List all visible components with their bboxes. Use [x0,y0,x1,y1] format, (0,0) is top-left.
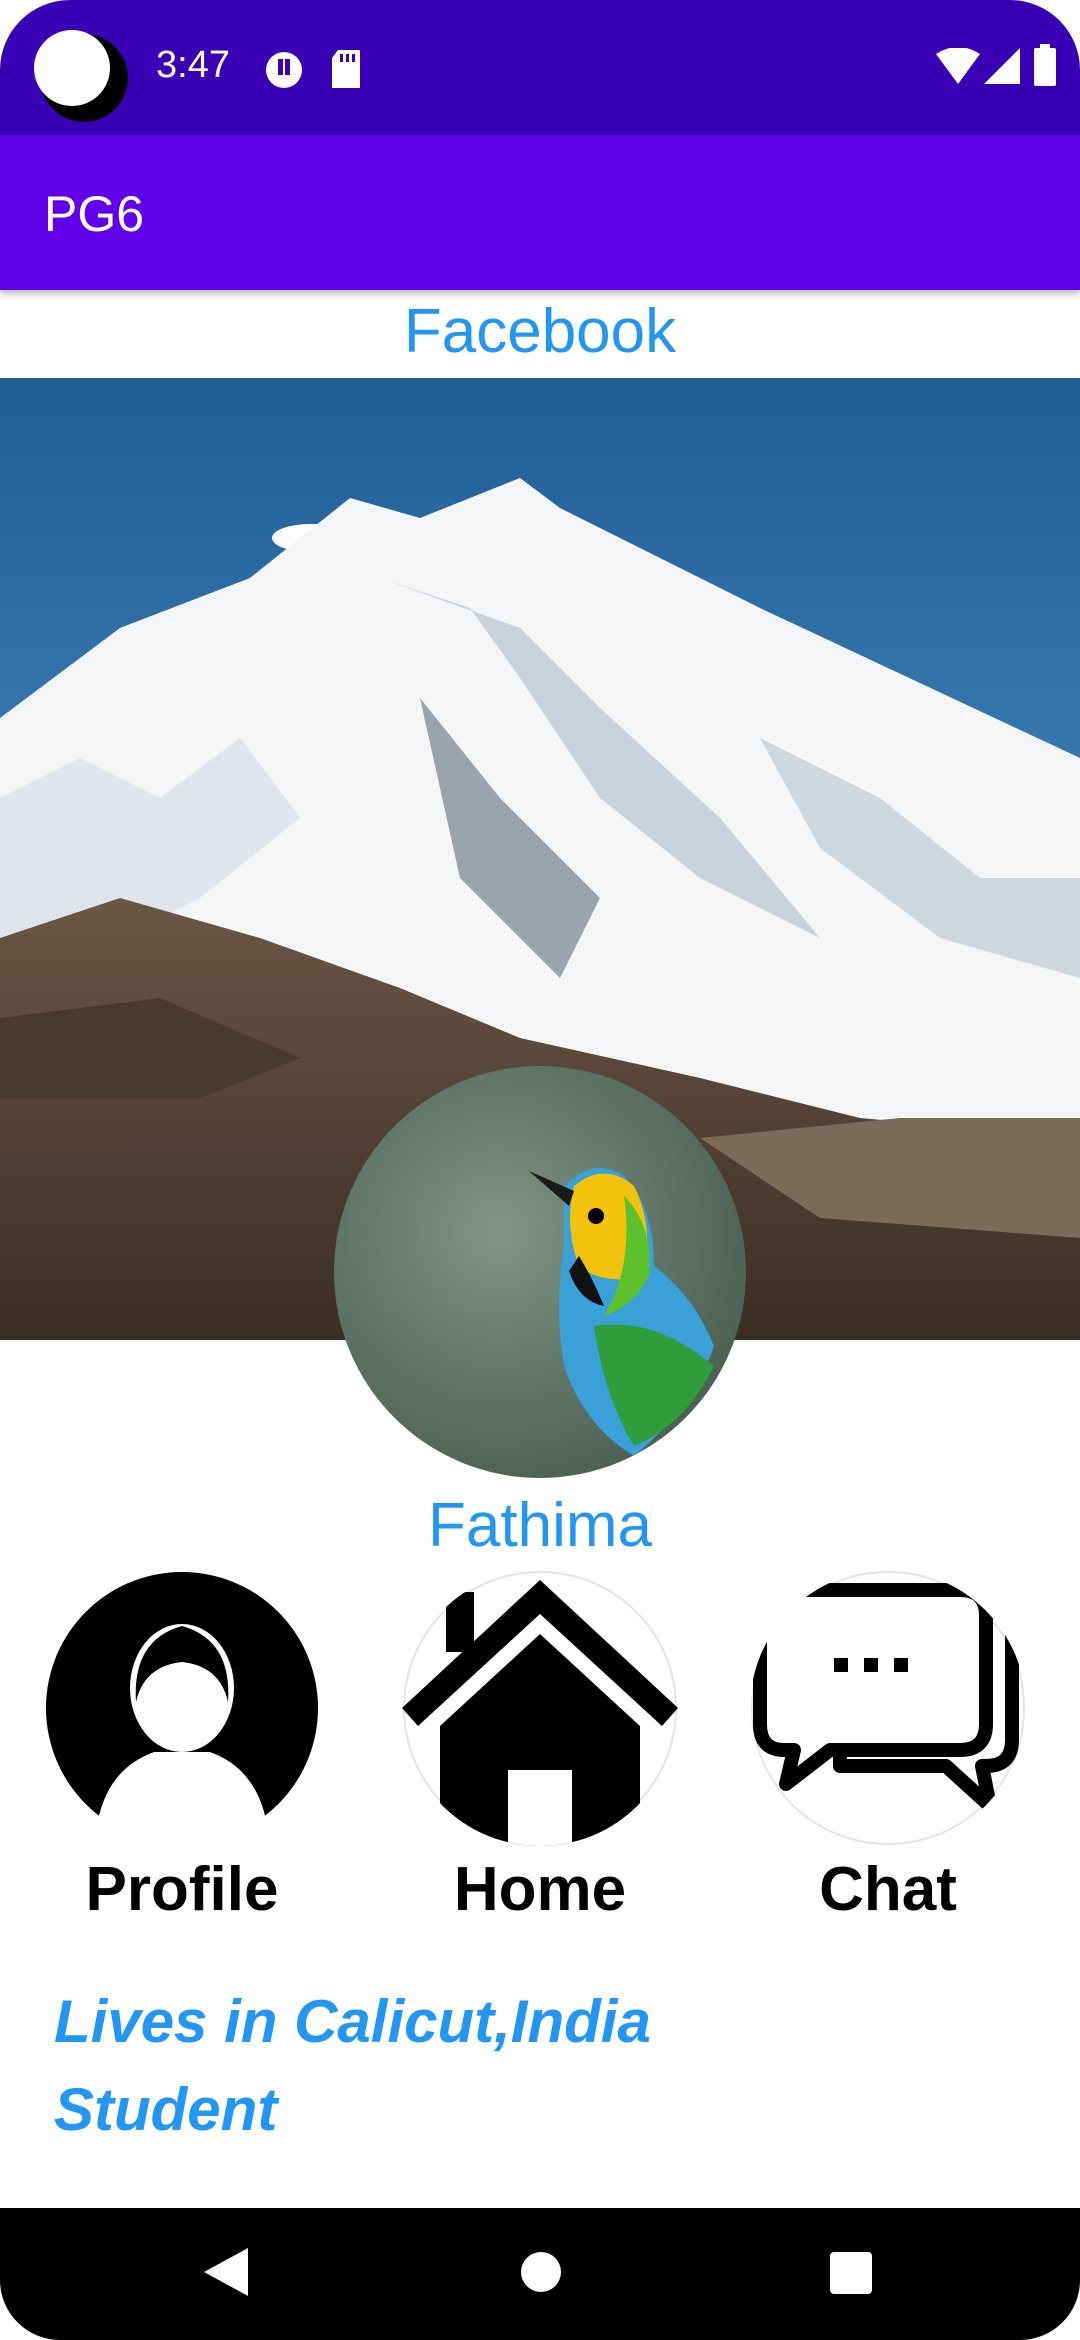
page-title: Facebook [403,297,677,366]
status-time: 3:47 [156,44,230,86]
signal-icon [984,48,1020,88]
app-title: PG6 [44,186,145,242]
recents-icon[interactable] [830,2252,872,2298]
profile-avatar[interactable] [334,1066,746,1478]
profile-info: Lives in Calicut,India Student [54,1978,651,2154]
home-nav-icon[interactable] [520,2248,562,2300]
home-label: Home [453,1855,627,1924]
wifi-icon [936,47,980,88]
system-nav-bar [0,2208,1080,2340]
profile-name: Fathima [428,1491,652,1560]
notification-icon [264,50,304,94]
occupation-text: Student [54,2076,278,2143]
status-bar: 3:47 [0,0,1080,135]
location-text: Lives in Calicut,India [54,1988,651,2055]
back-icon[interactable] [204,2248,248,2300]
profile-label: Profile [85,1855,279,1924]
profile-icon[interactable] [44,1570,320,1846]
sd-card-icon [330,50,362,92]
chat-label: Chat [819,1855,957,1924]
camera-lens [34,30,110,106]
home-button[interactable]: Home [400,1570,680,1925]
battery-icon [1034,44,1056,90]
chat-button[interactable]: Chat [748,1570,1028,1925]
home-icon[interactable] [402,1570,678,1846]
chat-icon[interactable] [750,1570,1026,1846]
profile-button[interactable]: Profile [42,1570,322,1925]
app-bar: PG6 [0,135,1080,290]
